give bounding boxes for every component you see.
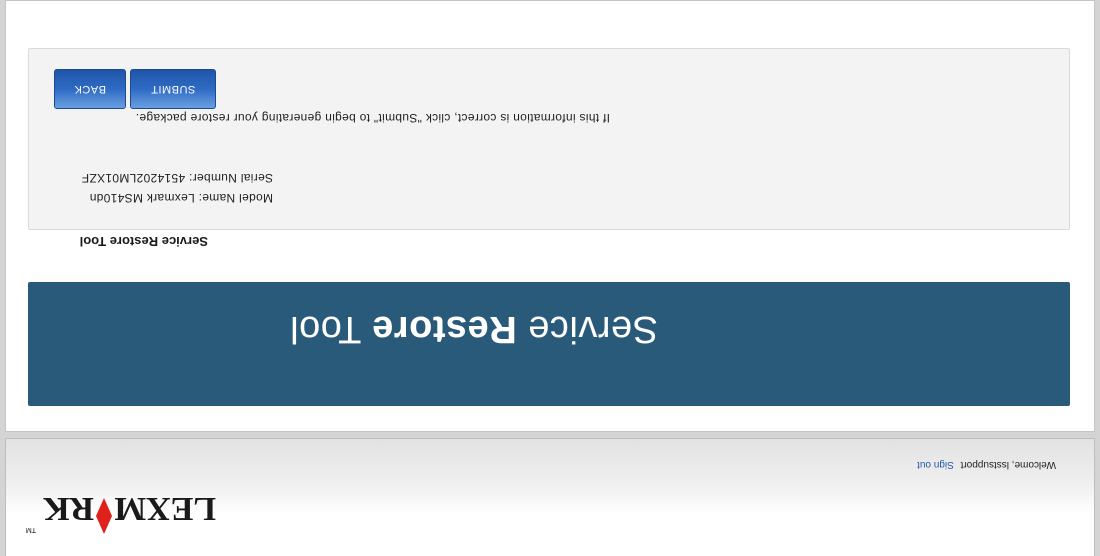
lexmark-logo[interactable]: LEXM RK TM xyxy=(18,490,218,540)
back-button[interactable]: BACK xyxy=(54,69,126,109)
serial-number-line: Serial Number: 4514202LM01XZF xyxy=(82,171,273,185)
content-panel: Service Restore Tool Service Restore Too… xyxy=(5,0,1095,432)
submit-button[interactable]: SUBMIT xyxy=(130,69,216,109)
logo-diamond-icon xyxy=(96,498,112,534)
svg-text:TM: TM xyxy=(26,526,36,533)
model-name-label: Model Name: xyxy=(198,191,273,205)
svg-text:LEXM: LEXM xyxy=(114,492,216,527)
lexmark-logo-graphic: LEXM RK TM xyxy=(26,490,216,534)
section-heading: Service Restore Tool xyxy=(79,234,208,249)
banner-title-word-2: Restore xyxy=(371,308,517,350)
svg-text:RK: RK xyxy=(42,492,94,527)
banner-title-word-1: Service xyxy=(527,308,658,350)
serial-number-value: 4514202LM01XZF xyxy=(81,171,186,185)
banner-title-word-3: Tool xyxy=(289,308,362,350)
sign-out-link[interactable]: Sign out xyxy=(917,459,954,470)
model-name-line: Model Name: Lexmark MS410dn xyxy=(89,191,273,205)
page-banner: Service Restore Tool xyxy=(28,282,1070,406)
site-header: LEXM RK TM Welcome, lsstsupport Sign out xyxy=(5,438,1095,556)
welcome-text: Welcome, lsstsupport xyxy=(960,459,1056,470)
page: LEXM RK TM Welcome, lsstsupport Sign out… xyxy=(0,0,1100,556)
serial-number-label: Serial Number: xyxy=(188,171,273,185)
model-name-value: Lexmark MS410dn xyxy=(89,191,195,205)
banner-title: Service Restore Tool xyxy=(290,307,658,350)
user-bar: Welcome, lsstsupport Sign out xyxy=(917,459,1056,470)
device-info-box: Model Name: Lexmark MS410dn Serial Numbe… xyxy=(28,48,1070,230)
instruction-text: If this information is correct, click "S… xyxy=(135,111,610,125)
